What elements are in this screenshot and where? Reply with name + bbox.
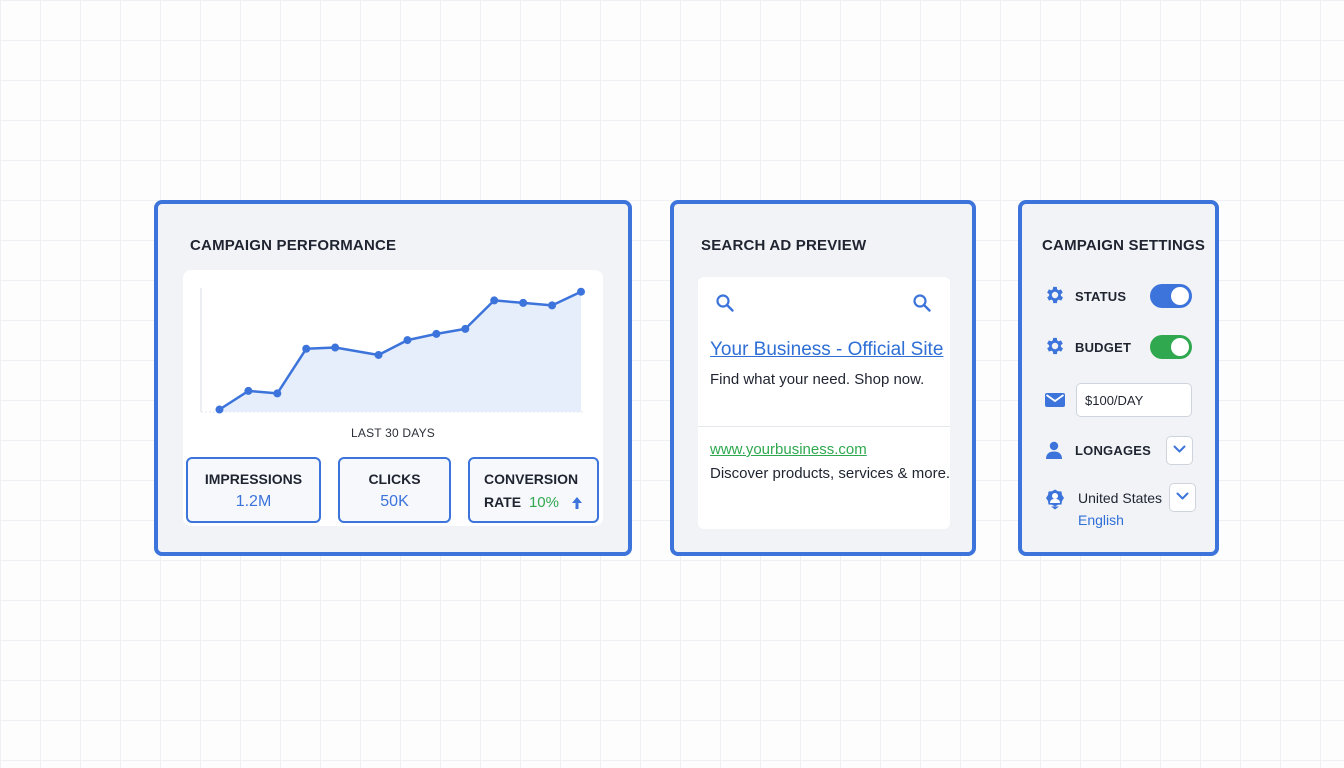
budget-amount-input[interactable]	[1076, 383, 1192, 417]
chart-point	[490, 296, 499, 305]
gear-icon	[1047, 286, 1063, 304]
ad-divider	[698, 426, 950, 427]
chart-point	[577, 287, 585, 296]
budget-toggle-knob	[1171, 338, 1189, 356]
budget-label: BUDGET	[1075, 340, 1132, 355]
performance-title: CAMPAIGN PERFORMANCE	[190, 237, 397, 254]
search-icon[interactable]	[715, 293, 735, 313]
settings-title: CAMPAIGN SETTINGS	[1042, 237, 1206, 254]
location-dropdown-button[interactable]	[1169, 483, 1196, 512]
languages-dropdown-button[interactable]	[1166, 436, 1193, 465]
chart-point	[331, 343, 340, 352]
conversion-rate-metric[interactable]: CONVERSION RATE 10%	[468, 457, 599, 523]
ad-preview-title: SEARCH AD PREVIEW	[701, 237, 867, 254]
chart-point	[215, 405, 224, 414]
status-toggle[interactable]	[1150, 284, 1192, 308]
conversion-rate-word: RATE	[484, 494, 522, 510]
location-value: United States	[1078, 490, 1163, 506]
chevron-down-icon	[1173, 445, 1186, 453]
chart-point	[302, 344, 311, 353]
search-icon[interactable]	[912, 293, 932, 313]
ad-description-secondary: Discover products, services & more.	[710, 465, 951, 482]
campaign-performance-card: CAMPAIGN PERFORMANCE LAST 30 DAYS IMPRES…	[154, 200, 632, 556]
chart-point	[403, 336, 412, 345]
clicks-label: CLICKS	[368, 471, 421, 487]
languages-label: LONGAGES	[1075, 443, 1151, 458]
ad-description: Find what your need. Shop now.	[710, 371, 925, 388]
chart-x-axis-label: LAST 30 DAYS	[351, 426, 435, 440]
search-ad-preview-card: SEARCH AD PREVIEW Your Business - Offici…	[670, 200, 976, 556]
conversion-label: CONVERSION	[484, 471, 579, 487]
location-person-icon	[1046, 489, 1064, 510]
envelope-icon	[1045, 393, 1065, 407]
clicks-value: 50K	[380, 493, 409, 510]
language-value[interactable]: English	[1078, 512, 1124, 528]
campaign-settings-card: CAMPAIGN SETTINGS STATUS BUDGET LONGAGES…	[1018, 200, 1219, 556]
ad-preview-panel: Your Business - Official Site Find what …	[698, 277, 950, 529]
ad-display-url[interactable]: www.yourbusiness.com	[710, 441, 867, 458]
chart-point	[548, 301, 557, 310]
chevron-down-icon	[1176, 492, 1189, 500]
person-icon	[1046, 441, 1062, 459]
chart-point	[519, 298, 528, 307]
status-label: STATUS	[1075, 289, 1127, 304]
impressions-value: 1.2M	[235, 493, 272, 510]
ad-headline-link[interactable]: Your Business - Official Site	[710, 339, 943, 361]
performance-chart-svg	[200, 287, 585, 414]
status-toggle-knob	[1171, 287, 1189, 305]
budget-toggle[interactable]	[1150, 335, 1192, 359]
impressions-label: IMPRESSIONS	[204, 471, 303, 487]
chart-point	[244, 386, 253, 395]
clicks-metric[interactable]: CLICKS 50K	[338, 457, 451, 523]
conversion-rate-line: RATE 10%	[484, 494, 559, 511]
gear-icon	[1047, 337, 1063, 355]
conversion-rate-value: 10%	[528, 494, 559, 511]
chart-point	[273, 389, 282, 398]
arrow-up-icon	[572, 497, 582, 509]
chart-point	[432, 329, 441, 338]
impressions-metric[interactable]: IMPRESSIONS 1.2M	[186, 457, 321, 523]
chart-point	[374, 350, 383, 359]
chart-point	[461, 324, 470, 333]
